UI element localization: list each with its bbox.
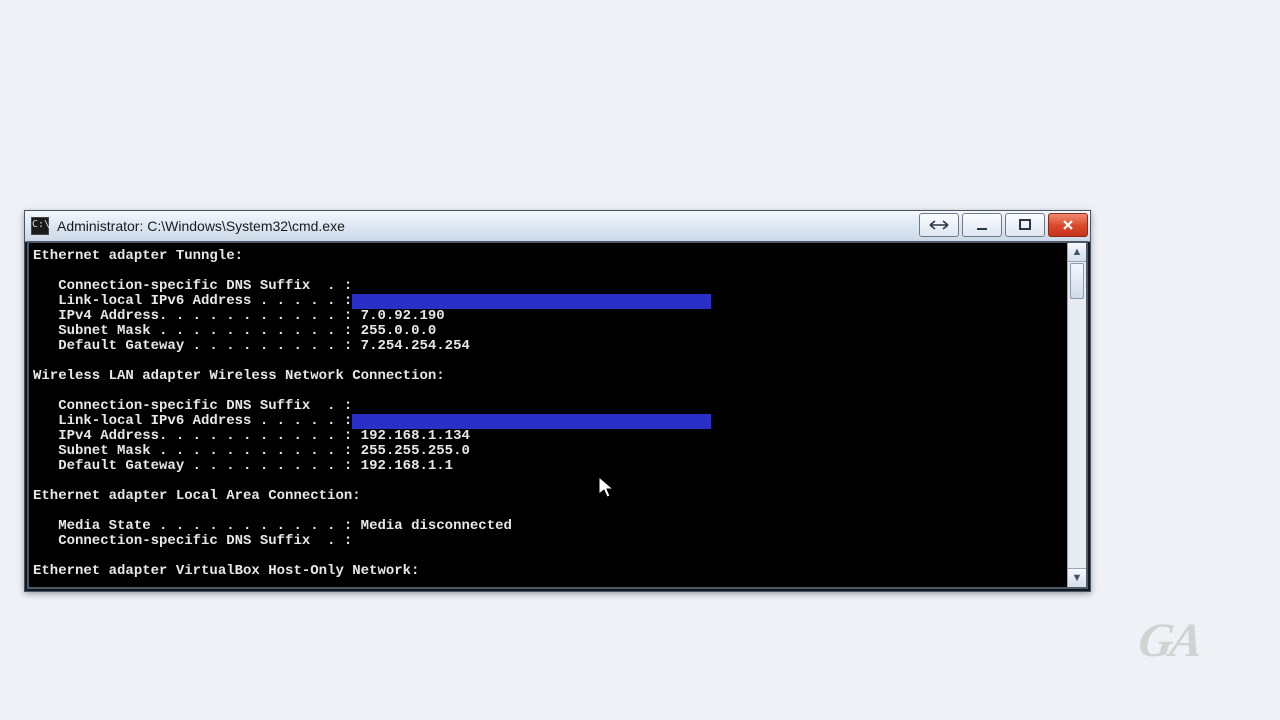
close-button[interactable] [1048,213,1088,237]
property-value-selected [352,294,710,309]
adapter-header: Ethernet adapter Local Area Connection: [33,489,1064,504]
property-label: Connection-specific DNS Suffix . : [33,279,352,294]
terminal-blank-line [33,504,1064,519]
terminal-line: Media State . . . . . . . . . . . : Medi… [33,519,1064,534]
property-label: Connection-specific DNS Suffix . : [33,399,352,414]
adapter-header: Wireless LAN adapter Wireless Network Co… [33,369,1064,384]
close-icon [1061,218,1075,232]
property-label: IPv4 Address. . . . . . . . . . . : [33,309,352,324]
minimize-icon [975,218,989,232]
terminal-blank-line [33,264,1064,279]
prev-window-button[interactable] [919,213,959,237]
scroll-up-button[interactable]: ▲ [1068,243,1086,262]
property-label: Default Gateway . . . . . . . . . : [33,339,352,354]
arrow-left-right-icon [929,220,949,230]
terminal-line: Default Gateway . . . . . . . . . : 192.… [33,459,1064,474]
titlebar[interactable]: C:\ Administrator: C:\Windows\System32\c… [25,211,1090,242]
terminal-line: Connection-specific DNS Suffix . : [33,279,1064,294]
terminal-blank-line [33,354,1064,369]
scroll-thumb[interactable] [1070,263,1084,299]
adapter-header: Ethernet adapter Tunngle: [33,249,1064,264]
scroll-down-button[interactable]: ▼ [1068,568,1086,587]
terminal-line: IPv4 Address. . . . . . . . . . . : 7.0.… [33,309,1064,324]
property-label: Link-local IPv6 Address . . . . . : [33,294,352,309]
terminal-blank-line [33,579,1064,589]
property-value: 192.168.1.134 [352,429,470,444]
terminal-blank-line [33,384,1064,399]
maximize-button[interactable] [1005,213,1045,237]
property-value: 255.0.0.0 [352,324,436,339]
terminal-line: IPv4 Address. . . . . . . . . . . : 192.… [33,429,1064,444]
terminal-client-area: Ethernet adapter Tunngle: Connection-spe… [27,241,1088,589]
property-label: Connection-specific DNS Suffix . : [33,534,352,549]
property-label: Default Gateway . . . . . . . . . : [33,459,352,474]
terminal-blank-line [33,549,1064,564]
terminal-line: Connection-specific DNS Suffix . : [33,399,1064,414]
property-label: Subnet Mask . . . . . . . . . . . : [33,444,352,459]
terminal-line: Subnet Mask . . . . . . . . . . . : 255.… [33,324,1064,339]
maximize-icon [1018,218,1032,232]
vertical-scrollbar[interactable]: ▲ ▼ [1067,243,1086,587]
property-value-selected [352,414,710,429]
terminal-line: Link-local IPv6 Address . . . . . : [33,294,1064,309]
terminal-line: Link-local IPv6 Address . . . . . : [33,414,1064,429]
minimize-button[interactable] [962,213,1002,237]
adapter-header: Ethernet adapter VirtualBox Host-Only Ne… [33,564,1064,579]
property-label: IPv4 Address. . . . . . . . . . . : [33,429,352,444]
property-value: 7.254.254.254 [352,339,470,354]
property-value: 192.168.1.1 [352,459,453,474]
terminal-line: Default Gateway . . . . . . . . . : 7.25… [33,339,1064,354]
property-value: 7.0.92.190 [352,309,444,324]
property-value: Media disconnected [352,519,512,534]
terminal-blank-line [33,474,1064,489]
property-label: Link-local IPv6 Address . . . . . : [33,414,352,429]
terminal-output[interactable]: Ethernet adapter Tunngle: Connection-spe… [29,243,1068,587]
property-value: 255.255.255.0 [352,444,470,459]
system-menu-icon[interactable]: C:\ [31,217,49,235]
terminal-line: Connection-specific DNS Suffix . : [33,534,1064,549]
titlebar-buttons [919,213,1088,237]
property-label: Subnet Mask . . . . . . . . . . . : [33,324,352,339]
watermark-logo: GA [1136,617,1203,665]
property-label: Media State . . . . . . . . . . . : [33,519,352,534]
window-title: Administrator: C:\Windows\System32\cmd.e… [57,211,345,241]
terminal-line: Subnet Mask . . . . . . . . . . . : 255.… [33,444,1064,459]
cmd-window: C:\ Administrator: C:\Windows\System32\c… [24,210,1091,592]
